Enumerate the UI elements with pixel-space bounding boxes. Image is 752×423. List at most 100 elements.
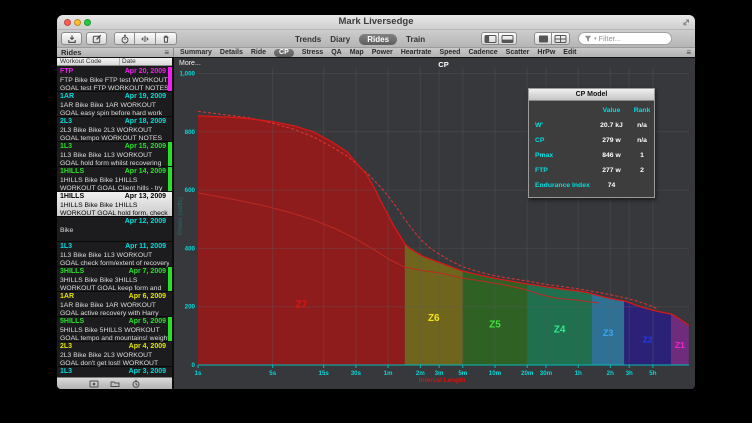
filter-funnel-icon bbox=[584, 35, 592, 43]
tiled-view-button[interactable] bbox=[552, 32, 570, 45]
toggle-bottom-panel-button[interactable] bbox=[499, 32, 517, 45]
nav-item-train[interactable]: Train bbox=[406, 35, 425, 44]
cp-model-cell: CP bbox=[529, 133, 593, 148]
tab-speed[interactable]: Speed bbox=[439, 49, 460, 56]
ride-color-stripe bbox=[168, 142, 172, 166]
ride-row[interactable]: 3HILLSApr 7, 20093HILLS Bike Bike 3HILLS… bbox=[57, 267, 172, 292]
tab-cadence[interactable]: Cadence bbox=[468, 49, 497, 56]
tabbar-menu-icon[interactable]: ≡ bbox=[686, 48, 691, 57]
sidebar-menu-icon[interactable]: ≡ bbox=[164, 48, 169, 57]
zone-label-z2: Z2 bbox=[643, 335, 653, 345]
ride-list[interactable]: FTPApr 20, 2009FTP Bike Bike FTP test WO… bbox=[57, 67, 172, 377]
x-tick-label: 3h bbox=[626, 370, 633, 377]
cp-model-title: CP Model bbox=[529, 89, 654, 101]
tab-scatter[interactable]: Scatter bbox=[506, 49, 530, 56]
ride-row[interactable]: 1L3Apr 11, 20091L3 Bike Bike 1L3 WORKOUT… bbox=[57, 242, 172, 267]
ride-row[interactable]: 1ARApr 6, 20091AR Bike Bike 1AR WORKOUTG… bbox=[57, 292, 172, 317]
ride-color-stripe bbox=[168, 167, 172, 191]
ride-color-stripe bbox=[168, 317, 172, 341]
ride-color-stripe bbox=[168, 267, 172, 291]
stopwatch-icon[interactable] bbox=[131, 379, 141, 389]
ride-description: 1HILLS Bike Bike 1HILLS bbox=[60, 177, 169, 185]
cp-model-cell: W' bbox=[529, 118, 593, 133]
tab-heartrate[interactable]: Heartrate bbox=[401, 49, 432, 56]
trash-icon bbox=[161, 34, 171, 44]
ride-code: 1L3 bbox=[60, 143, 72, 152]
tab-power[interactable]: Power bbox=[372, 49, 393, 56]
x-tick-label: 5h bbox=[649, 370, 656, 377]
panel-toggles bbox=[481, 32, 517, 45]
nav-item-trends[interactable]: Trends bbox=[295, 35, 321, 44]
filter-placeholder: Filter... bbox=[599, 34, 622, 43]
nav-item-diary[interactable]: Diary bbox=[330, 35, 350, 44]
search-filter-field[interactable]: ▾ Filter... bbox=[578, 32, 672, 45]
fullscreen-icon[interactable] bbox=[682, 18, 690, 26]
x-tick-label: 2h bbox=[607, 370, 614, 377]
ride-date: Apr 19, 2009 bbox=[125, 93, 166, 102]
chevron-down-icon: ▾ bbox=[594, 36, 597, 42]
ride-row[interactable]: 1L3 Apr 15, 20091L3 Bike Bike 1L3 WORKOUT… bbox=[57, 142, 172, 167]
manual-entry-button[interactable] bbox=[86, 32, 107, 45]
zone-label-z7: Z7 bbox=[296, 300, 308, 311]
x-tick-label: 2m bbox=[416, 370, 425, 377]
tab-details[interactable]: Details bbox=[220, 49, 243, 56]
ride-description: 1AR Bike Bike 1AR WORKOUT bbox=[60, 102, 169, 110]
tab-qa[interactable]: QA bbox=[331, 49, 342, 56]
tab-summary[interactable]: Summary bbox=[180, 49, 212, 56]
x-tick-label: 5m bbox=[458, 370, 467, 377]
chart-tabs: Summary Details Ride CP Stress QA Map Power Hear… bbox=[174, 48, 695, 57]
tab-hrpw[interactable]: HrPw bbox=[537, 49, 555, 56]
column-workout-code[interactable]: Workout Code bbox=[57, 58, 119, 65]
cp-chart-panel: More... CP 1s5s15s30s1m2m3m5m10m20m30m1h… bbox=[174, 58, 695, 389]
ride-row[interactable]: 1HILLSApr 14, 20091HILLS Bike Bike 1HILL… bbox=[57, 167, 172, 192]
ride-row[interactable]: 1L3Apr 3, 2009 bbox=[57, 367, 172, 377]
tab-edit[interactable]: Edit bbox=[563, 49, 576, 56]
folder-icon[interactable] bbox=[110, 379, 120, 389]
x-tick-label: 15s bbox=[319, 370, 330, 377]
y-tick-label: 200 bbox=[185, 304, 196, 311]
cp-model-cell: 277 w bbox=[593, 163, 630, 178]
nav-item-rides[interactable]: Rides bbox=[359, 34, 397, 45]
titlebar[interactable]: Mark Liversedge bbox=[57, 15, 695, 30]
cp-model-cell: 846 w bbox=[593, 148, 630, 163]
main-toolbar: Trends Diary Rides Train ▾ Filter... bbox=[57, 30, 695, 48]
single-view-button[interactable] bbox=[534, 32, 552, 45]
ride-row[interactable]: FTPApr 20, 2009FTP Bike Bike FTP test WO… bbox=[57, 67, 172, 92]
toggle-sidebar-button[interactable] bbox=[481, 32, 499, 45]
ride-code: 1AR bbox=[60, 93, 74, 102]
column-date[interactable]: Date bbox=[119, 58, 172, 65]
ride-row[interactable]: Apr 12, 2009Bike bbox=[57, 217, 172, 242]
split-ride-button[interactable] bbox=[135, 32, 156, 45]
ride-row[interactable]: 1AR Apr 19, 20091AR Bike Bike 1AR WORKOUT… bbox=[57, 92, 172, 117]
zoom-button[interactable] bbox=[84, 19, 91, 26]
ride-row[interactable]: 5HILLSApr 5, 20095HILLS Bike 5HILLS WORK… bbox=[57, 317, 172, 342]
ride-description: 1L3 Bike Bike 1L3 WORKOUT bbox=[60, 152, 169, 160]
tab-ride[interactable]: Ride bbox=[251, 49, 266, 56]
y-tick-label: 0 bbox=[192, 362, 196, 369]
ride-code: 2L3 bbox=[60, 343, 72, 352]
tab-map[interactable]: Map bbox=[350, 49, 364, 56]
ride-row[interactable]: 1HILLSApr 13, 20091HILLS Bike Bike 1HILL… bbox=[57, 192, 172, 217]
ride-date: Apr 18, 2009 bbox=[125, 118, 166, 127]
slideshow-icon[interactable] bbox=[89, 379, 99, 389]
x-axis-title: Interval Length bbox=[419, 377, 466, 384]
cp-model-cell: FTP bbox=[529, 163, 593, 178]
ride-date: Apr 3, 2009 bbox=[129, 368, 166, 377]
import-ride-button[interactable] bbox=[61, 32, 82, 45]
tab-stress[interactable]: Stress bbox=[302, 49, 323, 56]
tab-cp[interactable]: CP bbox=[274, 49, 294, 57]
minimize-button[interactable] bbox=[74, 19, 81, 26]
ride-row[interactable]: 2L3Apr 18, 20092L3 Bike Bike 2L3 WORKOUT… bbox=[57, 117, 172, 142]
ride-row[interactable]: 2L3Apr 4, 20092L3 Bike Bike 2L3 WORKOUTG… bbox=[57, 342, 172, 367]
import-icon bbox=[67, 34, 77, 44]
cp-model-cell: 2 bbox=[630, 163, 654, 178]
stopwatch-button[interactable] bbox=[114, 32, 135, 45]
zone-z7 bbox=[198, 116, 405, 365]
ride-code: 1HILLS bbox=[60, 168, 84, 177]
ride-code: 1AR bbox=[60, 293, 74, 302]
ride-date: Apr 15, 2009 bbox=[125, 143, 166, 152]
delete-ride-button[interactable] bbox=[156, 32, 177, 45]
ride-description: 5HILLS Bike 5HILLS WORKOUT bbox=[60, 327, 169, 335]
close-button[interactable] bbox=[64, 19, 71, 26]
stopwatch-icon bbox=[120, 34, 130, 44]
